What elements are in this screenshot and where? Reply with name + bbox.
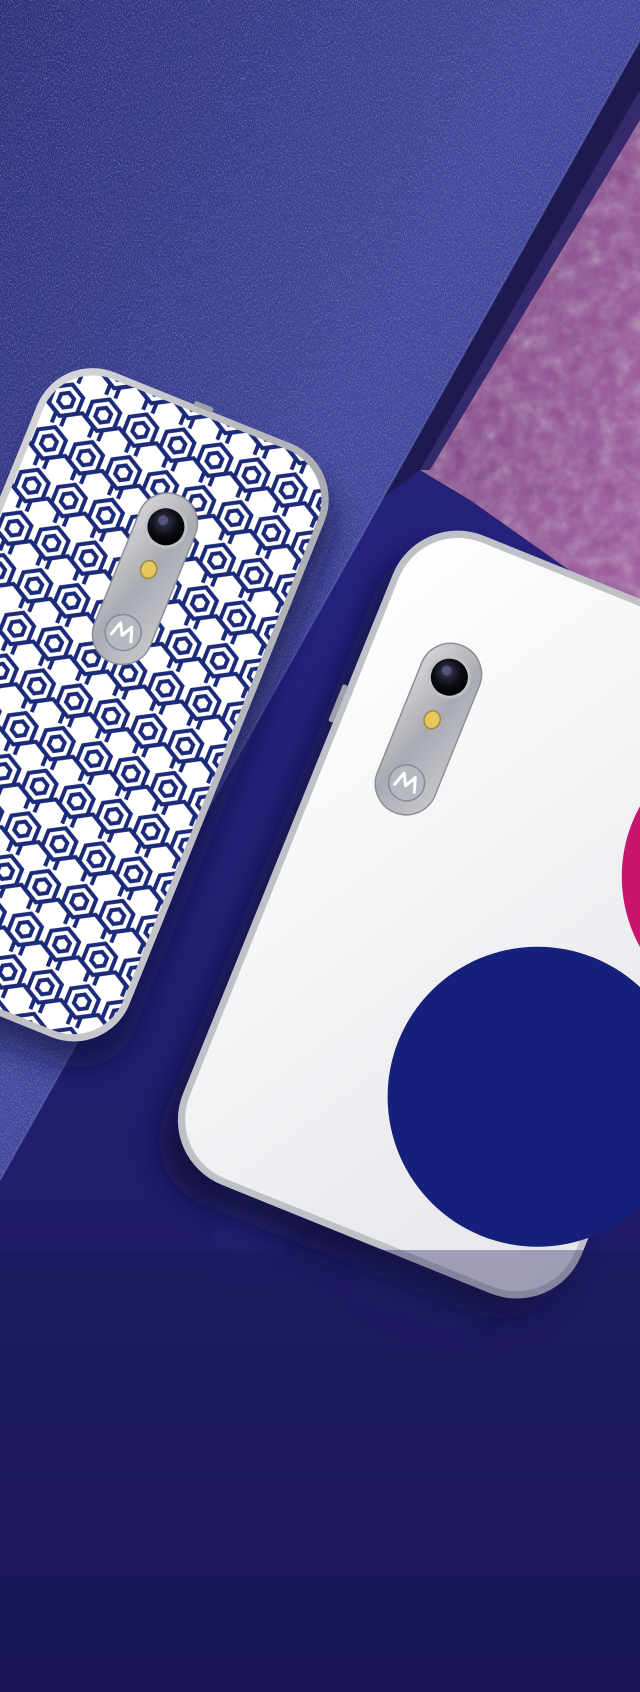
product-scene <box>0 0 640 1692</box>
scene-artwork <box>0 0 640 1692</box>
